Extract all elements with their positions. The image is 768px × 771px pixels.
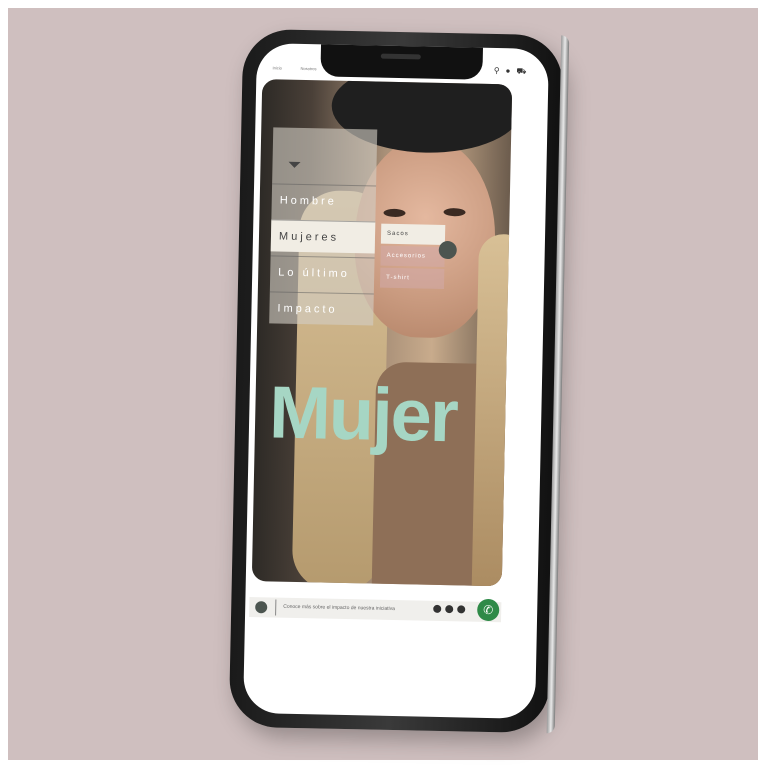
search-icon[interactable]: ⚲ — [494, 66, 500, 76]
footer-dot — [255, 601, 268, 614]
footer-bar: Conoce más sobre el impacto de nuestra i… — [249, 596, 502, 623]
dropdown-menu: Hombre Mujeres Lo último Impacto — [269, 127, 378, 326]
phone-notch — [320, 43, 484, 80]
menu-item-hombre[interactable]: Hombre — [271, 183, 377, 218]
tiktok-icon[interactable] — [457, 605, 466, 614]
submenu-item-sacos[interactable]: Sacos — [380, 223, 446, 245]
phone-screen: Inicio Nosotros ⚲ ● ⛟ Hombre Mujeres Lo … — [243, 43, 549, 719]
speaker-slot — [380, 53, 421, 60]
hair-right — [471, 233, 513, 587]
divider — [275, 599, 277, 616]
hero-title: Mujer — [268, 370, 458, 458]
background: Inicio Nosotros ⚲ ● ⛟ Hombre Mujeres Lo … — [8, 8, 758, 760]
submenu-item-accesorios[interactable]: Accesorios — [380, 245, 445, 267]
footer-text[interactable]: Conoce más sobre el impacto de nuestra i… — [283, 604, 395, 612]
eye-right — [443, 207, 466, 217]
user-icon[interactable]: ● — [505, 66, 511, 76]
nav-link-nosotros[interactable]: Nosotros — [300, 66, 316, 71]
menu-item-lo-ultimo[interactable]: Lo último — [269, 255, 375, 290]
hero-image: Hombre Mujeres Lo último Impacto Sacos A… — [251, 79, 513, 587]
facebook-icon[interactable] — [445, 605, 454, 614]
chevron-down-icon[interactable] — [288, 161, 301, 168]
cart-icon[interactable]: ⛟ — [516, 66, 526, 76]
submenu: Sacos Accesorios T-shirt — [379, 223, 446, 291]
submenu-item-tshirt[interactable]: T-shirt — [379, 267, 445, 289]
menu-item-impacto[interactable]: Impacto — [269, 291, 374, 326]
top-icons: ⚲ ● ⛟ — [494, 66, 527, 77]
menu-item-mujeres[interactable]: Mujeres — [270, 219, 376, 254]
nav-link-inicio[interactable]: Inicio — [272, 65, 281, 70]
phone-frame: Inicio Nosotros ⚲ ● ⛟ Hombre Mujeres Lo … — [228, 28, 564, 734]
eye-left — [383, 208, 406, 218]
social-icons — [433, 604, 466, 614]
instagram-icon[interactable] — [433, 604, 442, 613]
